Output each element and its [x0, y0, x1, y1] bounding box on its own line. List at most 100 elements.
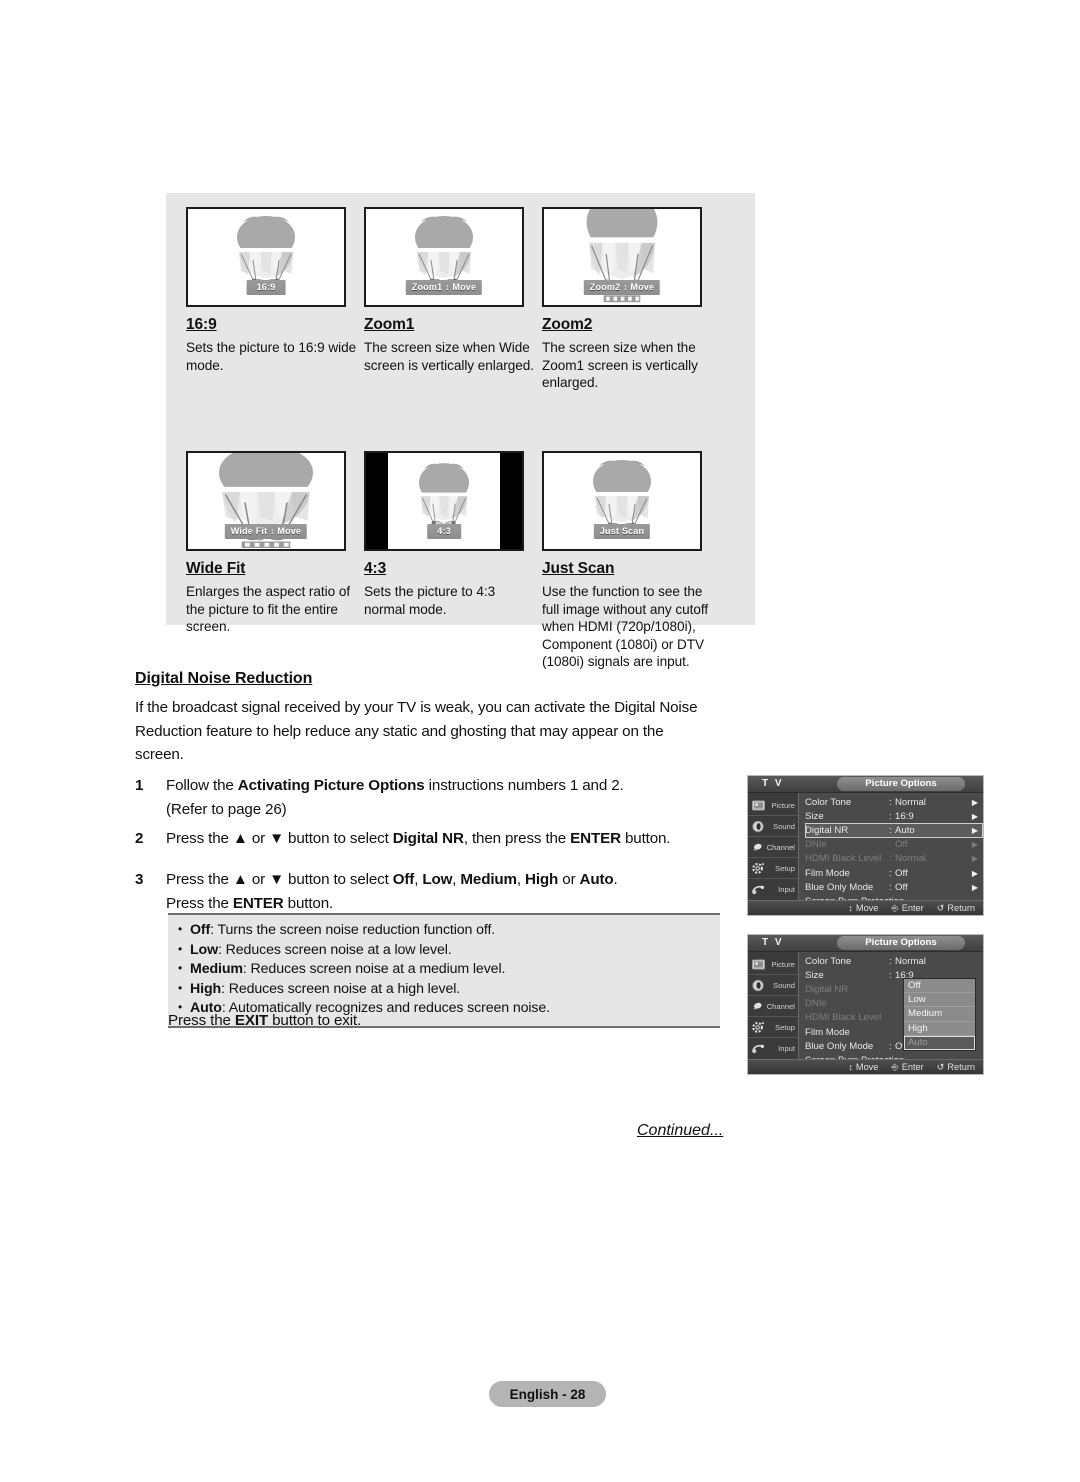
- osd-menu-row-color-tone[interactable]: Color Tone: Normal ▶: [805, 795, 983, 809]
- emphasis-text: Auto: [579, 871, 614, 888]
- osd-menu-row-digital-nr[interactable]: Digital NR: Auto ▶: [805, 823, 983, 838]
- osd-sidebar-item-setup[interactable]: Setup: [748, 1017, 798, 1038]
- chevron-right-icon: ▶: [971, 811, 979, 821]
- options-list: Off: Turns the screen noise reduction fu…: [168, 920, 720, 1019]
- aspect-ratio-title: Zoom2: [542, 316, 593, 333]
- osd-menu-row-film-mode[interactable]: Film Mode: Off ▶: [805, 866, 983, 880]
- osd-top-bar: T V Picture Options: [748, 935, 983, 952]
- chevron-right-icon: ▶: [971, 840, 979, 850]
- aspect-ratio-option: 16:9 16:9 Sets the picture to 16:9 wide mo…: [186, 207, 364, 392]
- aspect-ratio-preview-zoom1: Zoom1 ↕ Move: [364, 207, 524, 307]
- emphasis-text: ENTER: [232, 894, 284, 912]
- aspect-ratio-description: The screen size when the Zoom1 screen is…: [542, 340, 698, 390]
- osd-sidebar-item-label: Sound: [773, 980, 795, 990]
- section-intro-paragraph: If the broadcast signal received by your…: [135, 699, 698, 763]
- option-list-item: High: Reduces screen noise at a high lev…: [168, 979, 720, 1000]
- osd-menu-row-size[interactable]: Size:16:9 ▶: [805, 809, 983, 823]
- osd-hint-move: ↕ Move: [848, 1062, 878, 1072]
- chevron-right-icon: ▶: [971, 882, 979, 892]
- aspect-ratio-preview-just-scan: Just Scan: [542, 451, 702, 551]
- osd-hint-move: ↕ Move: [848, 903, 878, 913]
- digital-nr-option-high[interactable]: High: [904, 1022, 975, 1036]
- osd-hint-key-icon: ↺: [936, 902, 945, 913]
- instruction-step: 2 Press the ▲ or ▼ button to select Digi…: [135, 827, 720, 851]
- digital-nr-option-low[interactable]: Low: [904, 993, 975, 1008]
- aspect-ratio-preview-zoom2: Zoom2 ↕ Move: [542, 207, 702, 307]
- osd-hint-return: ↺ Return: [937, 1062, 975, 1073]
- osd-row-value: Normal: [895, 796, 926, 808]
- continued-label: Continued...: [637, 1122, 724, 1139]
- osd-hint-label: Move: [855, 1062, 879, 1072]
- aspect-ratio-option: Zoom2 ↕ Move Zoom2 The screen size when th…: [542, 207, 720, 392]
- setup-icon: [752, 1021, 764, 1033]
- osd-sidebar-item-label: Setup: [775, 863, 795, 873]
- osd-sidebar-item-sound[interactable]: Sound: [748, 816, 798, 837]
- osd-hint-label: Return: [947, 903, 975, 913]
- step-number: 2: [135, 830, 144, 847]
- digital-nr-dropdown[interactable]: Off Low Medium High Auto: [903, 978, 976, 1051]
- chevron-right-icon: ▶: [971, 825, 979, 835]
- aspect-ratio-preview-wide-fit: Wide Fit ↕ Move: [186, 451, 346, 551]
- aspect-ratio-description: Sets the picture to 16:9 wide mode.: [186, 340, 357, 373]
- aspect-ratio-description: Use the function to see the full image w…: [542, 584, 709, 669]
- exit-instruction: Press the EXIT button to exit.: [168, 1012, 362, 1029]
- osd-row-label: HDMI Black Level: [805, 853, 882, 865]
- osd-sidebar-item-sound[interactable]: Sound: [748, 975, 798, 996]
- osd-hint-key-icon: ⎆: [891, 902, 899, 913]
- digital-nr-option-auto[interactable]: Auto: [904, 1035, 975, 1050]
- osd-hint-enter: ⎆ Enter: [891, 1062, 923, 1073]
- osd-menu-row-blue-only-mode[interactable]: Blue Only Mode: Off ▶: [805, 880, 983, 894]
- osd-row-label: Film Mode: [805, 1026, 850, 1038]
- osd-menu-row-color-tone[interactable]: Color Tone: Normal: [805, 954, 983, 968]
- osd-sidebar-item-channel[interactable]: Channel: [748, 996, 798, 1017]
- osd-row-label: Film Mode: [805, 867, 850, 879]
- osd-sidebar-item-input[interactable]: Input: [748, 1038, 798, 1059]
- channel-icon: [753, 843, 762, 851]
- osd-menu-row-hdmi-black-level[interactable]: HDMI Black Level: Normal ▶: [805, 852, 983, 866]
- picture-icon: [752, 959, 765, 969]
- option-list-item: Off: Turns the screen noise reduction fu…: [168, 920, 720, 941]
- option-list-item: Medium: Reduces screen noise at a medium…: [168, 959, 720, 980]
- osd-row-label: DNIe: [805, 998, 827, 1010]
- osd-menu-row-dnie[interactable]: DNIe: Off ▶: [805, 838, 983, 852]
- option-list-item: Low: Reduces screen noise at a low level…: [168, 940, 720, 961]
- osd-sidebar-item-picture[interactable]: Picture: [748, 795, 798, 816]
- digital-nr-option-off[interactable]: Off: [904, 979, 975, 994]
- aspect-ratio-preview-16-9: 16:9: [186, 207, 346, 307]
- aspect-ratio-panel: 16:9 16:9 Sets the picture to 16:9 wide mo…: [166, 193, 755, 669]
- step-text: Press the ▲ or ▼ button to select Digita…: [166, 830, 671, 847]
- osd-row-label: Size: [805, 969, 824, 981]
- chevron-right-icon: ▶: [971, 854, 979, 864]
- osd-sidebar: Picture Sound Channel Setup Input: [748, 952, 799, 1059]
- osd-hint-key-icon: ⎆: [891, 1061, 899, 1072]
- osd-sidebar-item-input[interactable]: Input: [748, 879, 798, 900]
- osd-sidebar-item-picture[interactable]: Picture: [748, 954, 798, 975]
- emphasis-text: High: [525, 871, 559, 888]
- sound-icon: [752, 820, 764, 832]
- chevron-right-icon: ▶: [971, 797, 979, 807]
- osd-hint-return: ↺ Return: [937, 903, 975, 914]
- osd-row-value: Off: [895, 881, 908, 893]
- osd-row-label: Color Tone: [805, 955, 852, 967]
- osd-sidebar-item-setup[interactable]: Setup: [748, 858, 798, 879]
- osd-sidebar-item-channel[interactable]: Channel: [748, 837, 798, 858]
- aspect-ratio-osd-tag: 16:9: [246, 280, 286, 295]
- emphasis-text: Medium: [460, 871, 517, 888]
- digital-nr-option-medium[interactable]: Medium: [904, 1007, 975, 1022]
- osd-top-bar: T V Picture Options: [748, 776, 983, 793]
- osd-menu-title: Picture Options: [837, 936, 965, 950]
- osd-row-label: Digital NR: [805, 824, 849, 836]
- aspect-ratio-option: Just Scan Just Scan Use the function to se…: [542, 451, 720, 671]
- step-text: Follow the Activating Picture Options in…: [166, 777, 624, 818]
- osd-bottom-bar: ↕ Move ⎆ Enter ↺ Return: [748, 1059, 983, 1074]
- osd-sidebar-item-label: Input: [778, 1044, 795, 1053]
- osd-menu-list: Color Tone: Normal ▶ Size:16:9 ▶ Digital NR: A…: [799, 793, 983, 907]
- aspect-ratio-grid-row-2: Wide Fit ↕ Move Wide Fit Enlarges the aspe…: [186, 451, 738, 671]
- options-callout-box: Off: Turns the screen noise reduction fu…: [168, 913, 720, 1028]
- emphasis-text: EXIT: [234, 1012, 269, 1029]
- osd-hint-key-icon: ↕: [848, 1062, 853, 1072]
- step-number: 1: [135, 777, 144, 794]
- instruction-step: 3 Press the ▲ or ▼ button to select Off,…: [135, 868, 720, 915]
- aspect-ratio-option: Wide Fit ↕ Move Wide Fit Enlarges the aspe…: [186, 451, 364, 671]
- osd-menu-title: Picture Options: [837, 777, 965, 791]
